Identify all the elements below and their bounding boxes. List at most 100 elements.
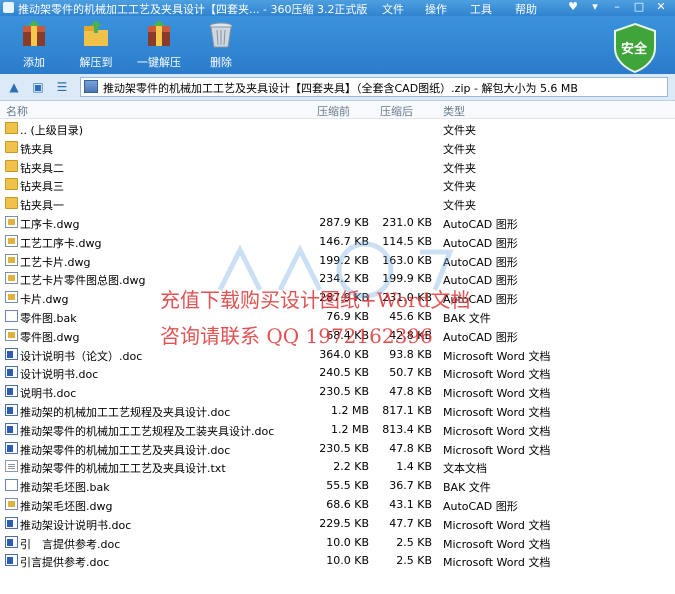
column-type[interactable]: 类型 <box>443 103 465 119</box>
folder-icon <box>5 197 18 210</box>
word-document-icon <box>5 554 18 567</box>
table-row[interactable]: 引 言提供参考.doc 10.0 KB 2.5 KB Microsoft Word 文… <box>0 533 675 552</box>
table-row[interactable]: 推动架的机械加工工艺规程及夹具设计.doc 1.2 MB 817.1 KB Micro… <box>0 401 675 420</box>
menu-help[interactable]: 帮助 <box>515 1 537 17</box>
table-row[interactable]: 设计说明书.doc 240.5 KB 50.7 KB Microsoft Word 文… <box>0 363 675 382</box>
file-name: .. (上级目录) <box>20 124 84 137</box>
toolbar: 添加 解压到 一键解压 删除 安全 <box>0 16 675 74</box>
packed-size: 287.9 KB <box>319 215 369 229</box>
word-document-icon <box>5 366 18 379</box>
unpacked-size: 47.8 KB <box>389 441 432 455</box>
unpacked-size: 231.0 KB <box>382 215 432 229</box>
packed-size: 230.5 KB <box>319 385 369 399</box>
word-document-icon <box>5 422 18 435</box>
path-field[interactable]: 推动架零件的机械加工工艺及夹具设计【四套夹具】（全套含CAD图纸）.zip - … <box>80 77 668 97</box>
file-name: 推动架零件的机械加工工艺及夹具设计.txt <box>20 462 226 476</box>
file-name: 工序卡.dwg <box>20 217 80 231</box>
close-button[interactable]: ✕ <box>650 0 672 14</box>
column-unpacked[interactable]: 压缩后 <box>380 103 413 119</box>
one-click-extract-button[interactable]: 一键解压 <box>135 20 183 70</box>
table-row[interactable]: 推动架毛坯图.dwg 68.6 KB 43.1 KB AutoCAD 图形 <box>0 495 675 514</box>
minimize-button[interactable]: – <box>606 0 628 14</box>
file-name: 卡片.dwg <box>20 293 69 307</box>
security-label: 安全 <box>621 42 648 57</box>
add-button[interactable]: 添加 <box>10 20 58 70</box>
autocad-file-icon <box>5 272 18 285</box>
packed-size: 1.2 MB <box>330 403 369 417</box>
menu-tools[interactable]: 工具 <box>470 1 492 17</box>
column-header: 名称 压缩前 压缩后 类型 <box>0 101 675 119</box>
file-name: 工艺卡片零件图总图.dwg <box>20 274 146 288</box>
table-row[interactable]: 引言提供参考.doc 10.0 KB 2.5 KB Microsoft Word 文档 <box>0 551 675 570</box>
file-type: AutoCAD 图形 <box>443 330 518 344</box>
table-row[interactable]: 推动架零件的机械加工工艺及夹具设计.doc 230.5 KB 47.8 KB Micr… <box>0 439 675 458</box>
table-row[interactable]: 推动架设计说明书.doc 229.5 KB 47.7 KB Microsoft Wor… <box>0 514 675 533</box>
autocad-file-icon <box>5 215 18 228</box>
table-row[interactable]: 钻夹具三 文件夹 <box>0 175 675 194</box>
file-name: 推动架毛坯图.dwg <box>20 499 113 513</box>
table-row[interactable]: 钻夹具二 文件夹 <box>0 157 675 176</box>
column-packed[interactable]: 压缩前 <box>317 103 350 119</box>
menu-operate[interactable]: 操作 <box>425 1 447 17</box>
view-list-icon[interactable]: ☰ <box>54 79 70 95</box>
extract-to-button[interactable]: 解压到 <box>72 20 120 70</box>
file-type: Microsoft Word 文档 <box>443 556 551 570</box>
one-click-extract-icon <box>145 20 173 50</box>
file-name: 说明书.doc <box>20 387 77 401</box>
delete-button[interactable]: 删除 <box>197 20 245 70</box>
dropdown-icon[interactable]: ▾ <box>584 0 606 14</box>
maximize-button[interactable]: □ <box>628 0 650 14</box>
menu-file[interactable]: 文件 <box>382 1 404 17</box>
file-name: 推动架设计说明书.doc <box>20 518 132 532</box>
bak-file-icon <box>5 309 18 322</box>
file-name: 推动架的机械加工工艺规程及夹具设计.doc <box>20 405 231 419</box>
parent-folder-icon <box>5 122 18 134</box>
packed-size: 364.0 KB <box>319 347 369 361</box>
view-large-icon[interactable]: ▣ <box>30 79 46 95</box>
add-label: 添加 <box>23 56 45 69</box>
column-name[interactable]: 名称 <box>6 103 28 119</box>
table-row[interactable]: 说明书.doc 230.5 KB 47.8 KB Microsoft Word 文档 <box>0 382 675 401</box>
file-type: 文件夹 <box>443 161 476 175</box>
word-document-icon <box>5 441 18 454</box>
autocad-file-icon <box>5 234 18 247</box>
zip-archive-icon <box>84 80 98 93</box>
window-title: 推动架零件的机械加工工艺及夹具设计【四套夹... - 360压缩 3.2正式版 <box>18 3 368 16</box>
file-name: 引言提供参考.doc <box>20 556 110 570</box>
file-name: 推动架零件的机械加工工艺规程及工装夹具设计.doc <box>20 424 275 438</box>
file-type: Microsoft Word 文档 <box>443 443 551 457</box>
autocad-file-icon <box>5 497 18 510</box>
unpacked-size: 1.4 KB <box>396 460 432 474</box>
unpacked-size: 43.1 KB <box>389 497 432 511</box>
folder-icon <box>5 178 18 191</box>
word-document-icon <box>5 535 18 548</box>
table-row[interactable]: 推动架零件的机械加工工艺及夹具设计.txt 2.2 KB 1.4 KB 文本文档 <box>0 457 675 476</box>
file-type: Microsoft Word 文档 <box>443 537 551 551</box>
skin-icon[interactable]: ♥ <box>562 0 584 14</box>
packed-size: 55.5 KB <box>326 479 369 493</box>
file-type: 文件夹 <box>443 142 476 156</box>
watermark-line-1: 充值下载购买设计图纸+Word文档 <box>160 288 471 312</box>
word-document-icon <box>5 347 18 360</box>
autocad-file-icon <box>5 253 18 266</box>
folder-icon <box>5 159 18 172</box>
address-bar: ▲ ▣ ☰ 推动架零件的机械加工工艺及夹具设计【四套夹具】（全套含CAD图纸）.… <box>0 74 675 101</box>
file-name: 钻夹具三 <box>20 180 64 194</box>
table-row[interactable]: 铣夹具 文件夹 <box>0 138 675 157</box>
security-badge[interactable]: 安全 <box>612 22 658 74</box>
table-row[interactable]: 推动架零件的机械加工工艺规程及工装夹具设计.doc 1.2 MB 813.4 KB M… <box>0 420 675 439</box>
table-row[interactable]: .. (上级目录) 文件夹 <box>0 119 675 138</box>
file-type: Microsoft Word 文档 <box>443 518 551 532</box>
file-name: 工艺工序卡.dwg <box>20 236 102 250</box>
autocad-file-icon <box>5 328 18 341</box>
table-row[interactable]: 推动架毛坯图.bak 55.5 KB 36.7 KB BAK 文件 <box>0 476 675 495</box>
up-arrow-icon[interactable]: ▲ <box>6 79 22 95</box>
title-bar: 推动架零件的机械加工工艺及夹具设计【四套夹... - 360压缩 3.2正式版 … <box>0 0 675 16</box>
table-row[interactable]: 工序卡.dwg 287.9 KB 231.0 KB AutoCAD 图形 <box>0 213 675 232</box>
bak-file-icon <box>5 479 18 492</box>
file-name: 钻夹具二 <box>20 161 64 175</box>
table-row[interactable]: 钻夹具一 文件夹 <box>0 194 675 213</box>
unpacked-size: 2.5 KB <box>396 554 432 568</box>
extract-to-icon <box>82 20 110 50</box>
unpacked-size: 813.4 KB <box>382 422 432 436</box>
